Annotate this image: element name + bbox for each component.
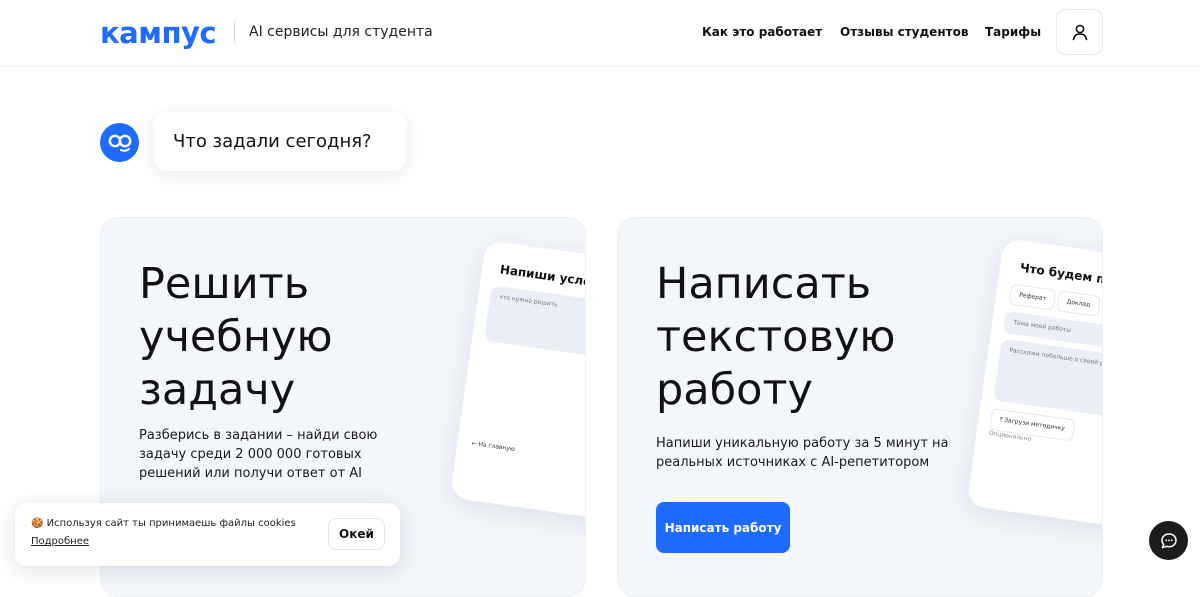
write-paper-button[interactable]: Написать работу	[656, 502, 790, 553]
cookie-accept-button[interactable]: Окей	[328, 518, 385, 550]
cookie-more-link[interactable]: Подробнее	[31, 536, 89, 547]
preview-title: Напиши услови	[499, 262, 586, 292]
title-line: Написать	[656, 259, 872, 309]
preview-chip-essay: Реферат	[1008, 283, 1057, 311]
title-line: Решить	[139, 259, 310, 309]
title-line: учебную	[139, 312, 333, 362]
write-paper-title: Написать текстовую работу	[656, 258, 895, 417]
nav-how-it-works[interactable]: Как это работает	[702, 23, 822, 41]
nav-reviews[interactable]: Отзывы студентов	[840, 23, 968, 41]
logo[interactable]: кампус	[100, 16, 217, 50]
solve-task-title: Решить учебную задачу	[139, 258, 333, 417]
preview-chip-report: Доклад	[1056, 290, 1101, 317]
write-paper-description: Напиши уникальную работу за 5 минут на р…	[656, 436, 949, 470]
preview-task-field: что нужно решить	[483, 285, 585, 362]
preview-title: Что будем пис	[1019, 260, 1103, 289]
cookie-icon: 🍪	[31, 518, 47, 529]
greeting-bubble: Что задали сегодня?	[154, 112, 406, 171]
preview-back-link: ← На главную	[471, 440, 516, 454]
logo-divider	[234, 21, 235, 43]
nav-pricing[interactable]: Тарифы	[985, 23, 1041, 41]
solve-task-preview: Напиши услови что нужно решить ← На глав…	[449, 240, 586, 522]
cookie-message: 🍪 Используя сайт ты принимаешь файлы coo…	[31, 518, 296, 529]
title-line: текстовую	[656, 312, 896, 362]
cookie-banner: 🍪 Используя сайт ты принимаешь файлы coo…	[15, 503, 400, 566]
user-icon	[1072, 24, 1087, 41]
title-line: задачу	[139, 365, 296, 415]
greeting-text: Что задали сегодня?	[173, 131, 372, 152]
bot-face-icon	[108, 134, 131, 152]
chat-icon	[1160, 532, 1177, 548]
write-paper-preview: Что будем пис Реферат Доклад Тема моей р…	[966, 238, 1103, 530]
chat-button[interactable]	[1149, 521, 1188, 560]
preview-details-field: Расскажи побольше о своей работе	[993, 338, 1102, 421]
header: кампус AI сервисы для студента Как это р…	[0, 0, 1200, 67]
profile-button[interactable]	[1056, 9, 1103, 55]
bot-avatar	[100, 123, 139, 162]
solve-task-description: Разберись в задании – найди свою задачу …	[139, 428, 378, 481]
title-line: работу	[656, 365, 813, 415]
tagline: AI сервисы для студента	[249, 24, 433, 40]
